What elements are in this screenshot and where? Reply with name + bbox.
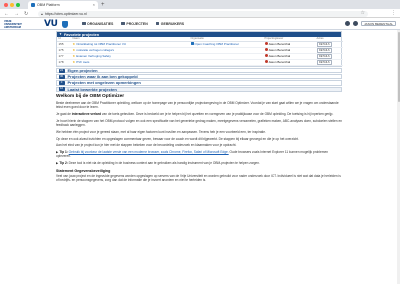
paragraph-text: Je gaat de <box>56 111 72 116</box>
user-menu-button[interactable]: JASON BERENTHAL <box>361 21 396 26</box>
paragraph: Veel van jouw project en de ingevulde ge… <box>56 174 341 183</box>
manager-name: Jason Berenthal <box>268 54 291 58</box>
tip-paragraph: ▶ Tip 1: Gebruik bij voorkeur de laatste… <box>56 150 342 159</box>
users-icon <box>155 21 160 26</box>
details-button[interactable]: DETAILS <box>316 41 333 46</box>
section-laatst-bewerkt[interactable]: 10 Laatst bewerkte projecten <box>56 86 342 92</box>
tab-close-icon[interactable]: × <box>93 3 95 7</box>
organisation-link[interactable]: Open Coaching OBM Practitioner <box>195 42 240 46</box>
paragraph: We hebben één project voor je gereed sta… <box>56 129 266 134</box>
url-text: https://obm-optimizer.vu.nl <box>44 11 87 16</box>
nav-label: PROJECTEN <box>126 21 148 26</box>
back-icon[interactable]: ← <box>4 11 9 17</box>
scrollbar-thumb[interactable] <box>397 32 400 102</box>
favorite-star-icon[interactable]: ★ <box>73 54 76 58</box>
maximize-window-dot[interactable] <box>16 2 20 7</box>
welcome-article: Welkom bij de OBM Optimizer Beste deelne… <box>56 94 342 183</box>
paragraph: Aan het eind van je project kun je hier … <box>56 143 237 148</box>
user-area: JASON BERENTHAL <box>345 21 396 26</box>
row-id: 178 <box>57 59 71 66</box>
paragraph: Je hoort hierin de stappen van het OBM-p… <box>56 118 342 127</box>
table-row[interactable]: 178 ★PVF toets Jason Berenthal DETAILS <box>57 59 343 66</box>
favorite-star-icon[interactable]: ★ <box>73 60 76 64</box>
vu-shield-icon <box>62 20 68 28</box>
favorites-table: Id Naam Organisatie Projectregisseur Act… <box>57 37 343 66</box>
minimize-window-dot[interactable] <box>10 2 14 7</box>
nav-gebruikers[interactable]: GEBRUIKERS <box>155 21 185 26</box>
paragraph: Beste deelnemer aan de OBM Practitioner … <box>56 100 339 110</box>
tip-label: Tip 2: <box>59 161 69 166</box>
building-icon <box>82 21 86 26</box>
nav-organisaties[interactable]: ORGANISATIES <box>82 22 113 26</box>
section-label: Eigen projecten <box>67 68 98 74</box>
favorites-title: Favoriete projecten <box>63 32 100 37</box>
tip-paragraph: ▶ Tip 2: Deze tool is niet via de opleid… <box>56 161 342 165</box>
university-wordmark: VRIJE UNIVERSITEIT AMSTERDAM <box>4 20 22 29</box>
notifications-icon[interactable] <box>353 21 359 26</box>
count-badge: 10 <box>58 86 65 92</box>
nav-label: GEBRUIKERS <box>160 21 185 26</box>
organisation-icon <box>190 42 194 46</box>
favorite-star-icon[interactable]: ★ <box>73 48 76 52</box>
lock-icon: 🔒︎ <box>41 11 43 16</box>
paragraph: Op deze en ook alvast inzichten en opges… <box>56 136 299 141</box>
section-label: Projecten waar ik aan ben gekoppeld <box>67 74 138 80</box>
avatar <box>264 48 268 52</box>
organisation-cell <box>189 59 263 66</box>
bookmark-star-icon[interactable]: ☆ <box>361 10 365 16</box>
manager-name: Jason Berenthal <box>268 48 291 52</box>
tip-link[interactable]: Gebruik bij voorkeur de laatste versie v… <box>69 150 229 154</box>
browser-menu-icon[interactable]: ⋮ <box>391 10 396 16</box>
tab-title: OBM Platform <box>37 3 60 7</box>
manager-name: Jason Berenthal <box>268 60 291 64</box>
close-window-dot[interactable] <box>4 2 8 7</box>
address-bar[interactable]: 🔒︎ https://obm-optimizer.vu.nl <box>38 10 368 17</box>
count-badge: 30 <box>58 73 65 79</box>
manager-name: Jason Berenthal <box>268 42 291 46</box>
nav-label: ORGANISATIES <box>87 21 114 26</box>
paragraph: Je gaat de interactieve verlard van de t… <box>56 112 342 116</box>
details-button[interactable]: DETAILS <box>316 59 333 64</box>
paragraph-text: Deze tool is niet via de opleiding in de… <box>68 161 260 166</box>
favorites-panel: ▼ Favoriete projecten Id Naam Organisati… <box>56 31 343 67</box>
count-badge: 24 <box>58 67 65 73</box>
help-icon[interactable] <box>345 21 351 26</box>
favicon-icon <box>31 3 35 7</box>
details-button[interactable]: DETAILS <box>316 47 333 52</box>
count-badge: 0 <box>58 80 65 85</box>
nav-projecten[interactable]: PROJECTEN <box>121 21 148 26</box>
section-label: Projecten met ongelezen opmerkingen <box>67 80 141 86</box>
section-gekoppelde-projecten[interactable]: 30 Projecten waar ik aan ben gekoppeld <box>56 73 342 80</box>
project-name-link[interactable]: Ontwikkeling tot OBM Practitioner VU <box>76 42 126 46</box>
paragraph-text: van de toets gebruiken. Deze is bedoeld … <box>101 111 334 116</box>
section-ongelezen-opmerkingen[interactable]: 0 Projecten met ongelezen opmerkingen <box>56 80 342 86</box>
forward-icon[interactable]: → <box>14 11 19 17</box>
folder-icon <box>121 21 125 26</box>
project-name-link[interactable]: Examen Verhoging Safety <box>76 54 111 58</box>
avatar <box>264 60 268 64</box>
main-nav: ORGANISATIES PROJECTEN GEBRUIKERS <box>82 22 184 26</box>
paragraph-bold: interactieve verlard <box>71 111 102 116</box>
vu-logo[interactable]: VU <box>44 19 58 29</box>
project-name-link[interactable]: motivatie verhogen collega's <box>76 48 114 52</box>
avatar <box>264 42 268 46</box>
article-title: Welkom bij de OBM Optimizer <box>56 93 125 99</box>
reload-icon[interactable]: ↻ <box>24 11 28 17</box>
new-tab-button[interactable]: + <box>101 1 105 9</box>
tab-strip: OBM Platform × + <box>0 0 400 9</box>
browser-window: OBM Platform × + ← → ↻ 🔒︎ https://obm-op… <box>0 0 400 284</box>
favorite-star-icon[interactable]: ★ <box>73 42 76 46</box>
section-subheading: Statement Gegevensbeveiliging <box>56 168 111 173</box>
details-button[interactable]: DETAILS <box>316 53 333 58</box>
app-header: VRIJE UNIVERSITEIT AMSTERDAM VU ORGANISA… <box>0 18 400 30</box>
section-label: Laatst bewerkte projecten <box>67 86 117 92</box>
browser-tab[interactable]: OBM Platform × <box>28 1 98 9</box>
section-eigen-projecten[interactable]: 24 Eigen projecten <box>56 67 342 74</box>
browser-toolbar: ← → ↻ 🔒︎ https://obm-optimizer.vu.nl ☆ ⋮ <box>0 9 400 18</box>
main-content: ▼ Favoriete projecten Id Naam Organisati… <box>56 31 343 185</box>
project-name-link[interactable]: PVF toets <box>76 60 89 64</box>
window-controls <box>4 2 20 7</box>
avatar <box>264 54 268 58</box>
